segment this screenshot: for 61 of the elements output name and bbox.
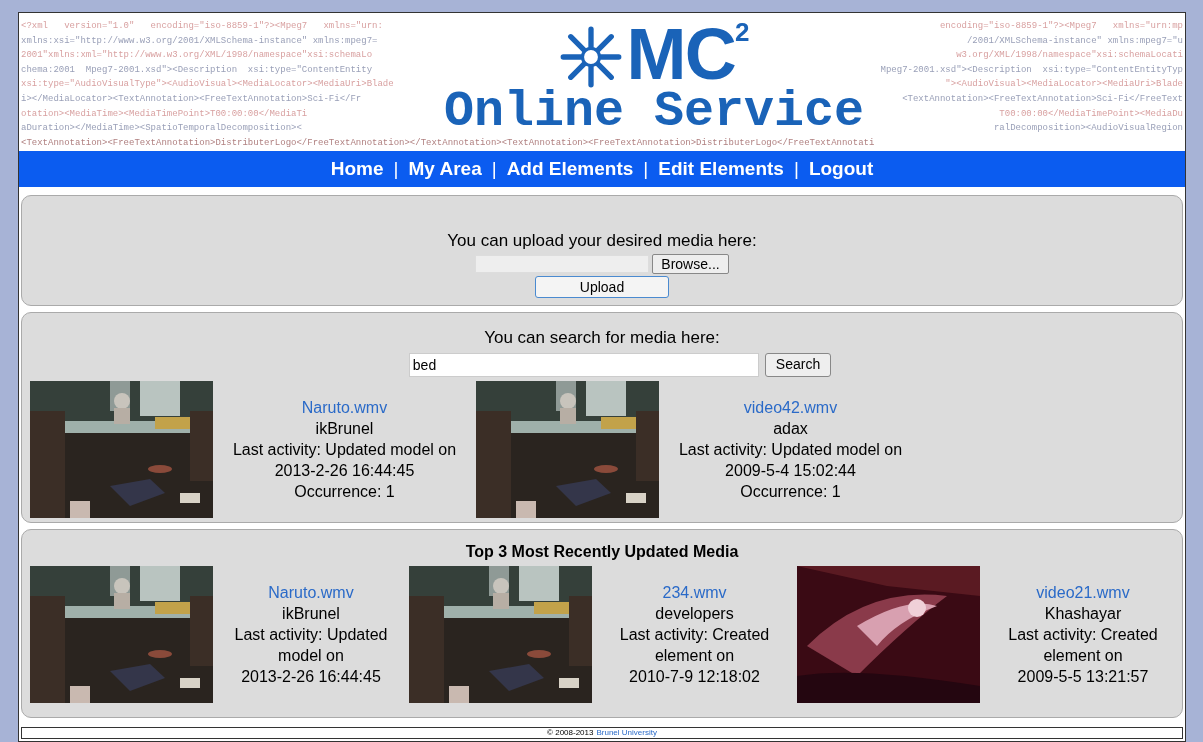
xml-code-line: aDuration></MediaTime><SpatioTemporalDecomposition>< — [21, 122, 303, 136]
xml-code-line: 2001"xmlns:xml="http://www.w3.org/XML/1998/namespace"xsi:schemaLo — [21, 49, 374, 63]
media-owner: Khashayar — [1044, 604, 1122, 624]
last-activity: Last activity: Updated model on — [233, 625, 389, 666]
logo-title: MC — [626, 19, 735, 89]
media-link[interactable]: Naruto.wmv — [268, 582, 354, 603]
university-link[interactable]: Brunel University — [596, 727, 657, 739]
search-prompt: You can search for media here: — [484, 327, 720, 349]
nav-link[interactable]: Edit Elements — [658, 154, 784, 184]
media-owner: developers — [655, 604, 734, 624]
xml-code-line: <TextAnnotation><FreeTextAnnotation>DistributerLogo</FreeTextAnnotation></TextAnnotation><TextAnnotation><FreeTextAnnotation>DistributerLogo</FreeTextAnnotati — [21, 136, 876, 149]
nav-link[interactable]: Logout — [808, 154, 874, 184]
copyright-text: © 2008-2013 — [547, 727, 594, 739]
activity-time: 2009-5-5 13:21:57 — [1017, 667, 1149, 687]
xml-code-line: xsi:type="AudioVisualType"><AudioVisual><MediaLocator><MediaUri>Blade — [21, 78, 394, 92]
nav-link[interactable]: My Area — [408, 154, 482, 184]
xml-code-line: /2001/XMLSchema-instance" xmlns:mpeg7="u — [966, 34, 1183, 48]
xml-code-line: chema:2001 Mpeg7-2001.xsd"><Description xsi:type="ContentEntity — [21, 63, 374, 77]
nav-separator: | — [793, 156, 799, 181]
browse-button[interactable]: Browse... — [652, 253, 729, 274]
logo-subtitle: Online Service — [443, 89, 865, 135]
xml-code-line: "><AudioVisual><MediaLocator><MediaUri>Blade — [945, 78, 1183, 92]
xml-code-line: otation><MediaTime><MediaTimePoint>T00:00:00</MediaTi — [21, 107, 309, 121]
media-owner: ikBrunel — [282, 604, 340, 624]
activity-time: 2010-7-9 12:18:02 — [629, 667, 760, 687]
last-activity: Last activity: Created element on — [618, 625, 771, 666]
media-link[interactable]: 234.wmv — [662, 582, 727, 603]
xml-code-line: encoding="iso-8859-1"?><Mpeg7 xmlns="urn:mp — [939, 20, 1183, 33]
media-owner: ikBrunel — [315, 418, 374, 439]
activity-time: 2013-2-26 16:44:45 — [241, 667, 381, 687]
xml-code-line: w3.org/XML/1998/namespace"xsi:schemaLocati — [956, 49, 1183, 63]
search-button[interactable]: Search — [764, 352, 832, 377]
search-field[interactable]: bed — [408, 352, 759, 377]
upload-button[interactable]: Upload — [535, 275, 669, 298]
activity-time: 2009-5-4 15:02:44 — [725, 460, 856, 481]
last-activity: Last activity: Updated model on — [232, 439, 457, 460]
occurrence-count: Occurrence: 1 — [294, 481, 395, 502]
xml-code-line: Mpeg7-2001.xsd"><Description xsi:type="ContentEntityTyp — [880, 63, 1183, 77]
activity-time: 2013-2-26 16:44:45 — [274, 460, 415, 481]
xml-code-line: xmlns:xsi="http://www.w3.org/2001/XMLSchema-instance" xmlns:mpeg7= — [21, 34, 379, 48]
asterisk-logo-icon — [558, 25, 623, 89]
upload-prompt: You can upload your desired media here: — [447, 230, 757, 252]
xml-code-line: T00:00:00</MediaTimePoint><MediaDu — [999, 107, 1183, 121]
last-activity: Last activity: Created element on — [1007, 625, 1159, 666]
media-link[interactable]: video42.wmv — [743, 396, 838, 418]
logo-superscript: 2 — [734, 19, 750, 45]
nav-link[interactable]: Add Elements — [506, 154, 634, 184]
nav-separator: | — [393, 156, 399, 181]
xml-code-line: ralDecomposition><AudioVisualRegion — [993, 122, 1183, 136]
nav-link[interactable]: Home — [330, 154, 384, 184]
recent-title: Top 3 Most Recently Updated Media — [465, 542, 739, 562]
xml-code-line: <TextAnnotation><FreeTextAnnotation>Sci-Fi</FreeText — [902, 92, 1183, 106]
xml-code-line: i></MediaLocator><TextAnnotation><FreeTextAnnotation>Sci-Fi</Fr — [21, 92, 363, 106]
xml-code-line: <?xml version="1.0" encoding="iso-8859-1"?><Mpeg7 xmlns="urn: — [21, 20, 384, 33]
nav-separator: | — [491, 156, 497, 181]
media-link[interactable]: Naruto.wmv — [301, 396, 388, 418]
nav-separator: | — [643, 156, 649, 181]
occurrence-count: Occurrence: 1 — [740, 481, 841, 502]
media-owner: adax — [773, 418, 808, 439]
last-activity: Last activity: Updated model on — [678, 439, 903, 460]
media-link[interactable]: video21.wmv — [1036, 582, 1130, 603]
